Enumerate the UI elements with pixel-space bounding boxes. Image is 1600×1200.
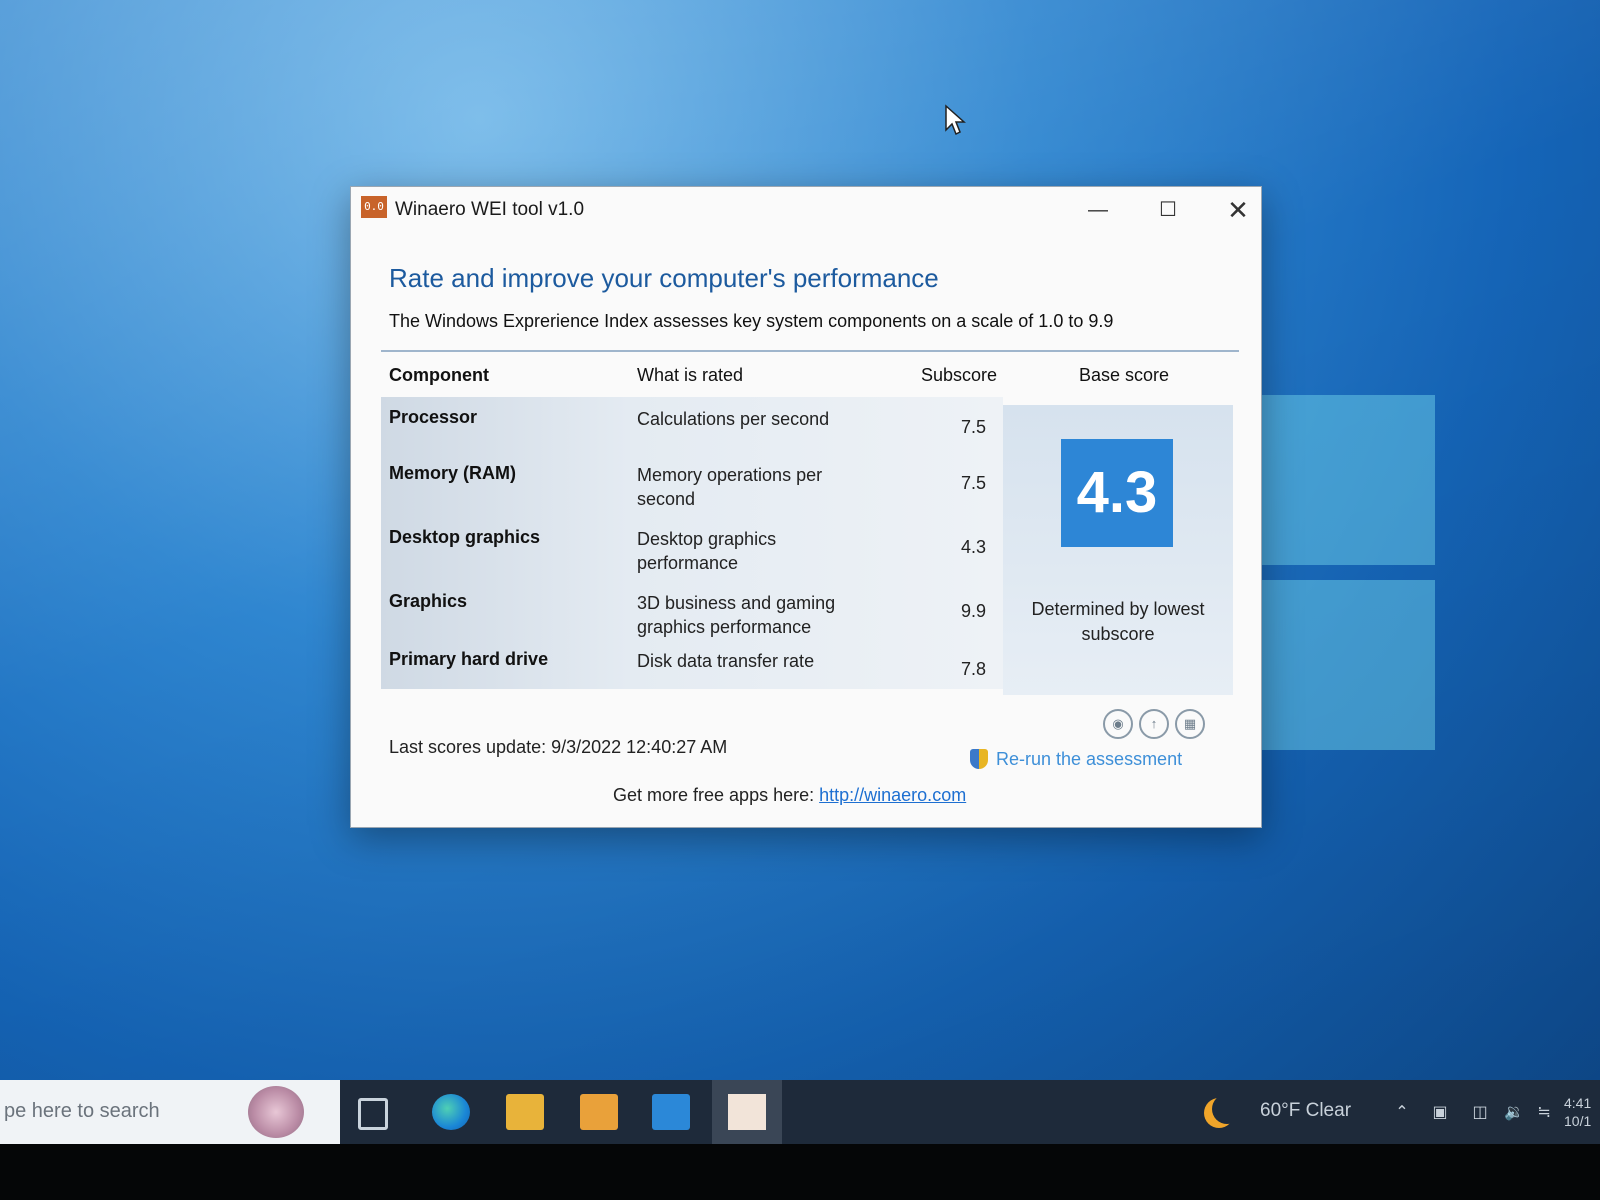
upload-icon[interactable]: ↑ — [1139, 709, 1169, 739]
file-explorer-icon[interactable] — [506, 1094, 544, 1130]
wei-tool-window: 0.0 Winaero WEI tool v1.0 — ☐ ✕ Rate and… — [350, 186, 1262, 828]
rated-description: 3D business and gaming graphics performa… — [637, 593, 836, 637]
last-scores-update: Last scores update: 9/3/2022 12:40:27 AM — [389, 737, 728, 757]
component-name: Primary hard drive — [389, 649, 549, 669]
save-icon[interactable]: ▦ — [1175, 709, 1205, 739]
windows-logo-wallpaper — [1245, 395, 1435, 765]
subscore-value: 7.8 — [961, 659, 987, 679]
battery-icon[interactable]: ▣ — [1430, 1102, 1450, 1121]
system-clock[interactable]: 4:41 10/1 — [1564, 1094, 1591, 1130]
clock-time: 4:41 — [1564, 1095, 1592, 1111]
table-row: Primary hard drive Disk data transfer ra… — [381, 643, 1003, 701]
base-score-tile: 4.3 — [1061, 439, 1173, 547]
maximize-button[interactable]: ☐ — [1145, 195, 1191, 225]
window-title: Winaero WEI tool v1.0 — [395, 199, 585, 220]
page-heading: Rate and improve your computer's perform… — [389, 263, 939, 293]
subscore-value: 7.5 — [961, 473, 987, 493]
shield-icon — [970, 749, 988, 769]
footer-line: Get more free apps here: http://winaero.… — [613, 785, 966, 806]
component-name: Memory (RAM) — [389, 463, 517, 483]
network-icon[interactable]: ◫ — [1470, 1102, 1490, 1121]
divider — [381, 350, 1239, 352]
clock-date: 10/1 — [1564, 1113, 1592, 1129]
component-name: Desktop graphics — [389, 527, 541, 547]
wei-tool-taskbar-button[interactable] — [712, 1080, 782, 1144]
header-component: Component — [389, 365, 489, 385]
search-placeholder: pe here to search — [4, 1100, 160, 1122]
page-subtitle: The Windows Exprerience Index assesses k… — [389, 311, 1114, 331]
mail-icon[interactable] — [652, 1094, 690, 1130]
taskbar: pe here to search 60°F Clear ⌃ ▣ ◫ 🔉 ≒ 4… — [0, 1080, 1600, 1144]
base-score-panel: 4.3 Determined by lowest subscore — [1003, 405, 1233, 695]
close-button[interactable]: ✕ — [1215, 195, 1261, 225]
mouse-cursor-icon — [945, 104, 966, 136]
weather-moon-icon[interactable] — [1212, 1094, 1242, 1124]
rerun-label: Re-run the assessment — [996, 749, 1183, 769]
wei-tool-icon — [728, 1094, 766, 1130]
title-bar[interactable]: 0.0 Winaero WEI tool v1.0 — ☐ ✕ — [351, 187, 1261, 233]
wifi-icon[interactable]: ≒ — [1534, 1102, 1554, 1121]
rated-description: Disk data transfer rate — [637, 651, 815, 671]
store-icon[interactable] — [580, 1094, 618, 1130]
camera-icon[interactable]: ◉ — [1103, 709, 1133, 739]
table-row: Processor Calculations per second 7.5 — [381, 401, 1003, 459]
screen-bezel — [0, 1144, 1600, 1200]
header-subscore: Subscore — [921, 365, 998, 385]
taskbar-search-box[interactable]: pe here to search — [0, 1080, 340, 1144]
volume-icon[interactable]: 🔉 — [1504, 1102, 1524, 1121]
table-row: Memory (RAM) Memory operations per secon… — [381, 457, 1003, 515]
winaero-link[interactable]: http://winaero.com — [819, 785, 966, 805]
table-row: Graphics 3D business and gaming graphics… — [381, 585, 1003, 643]
edge-icon[interactable] — [432, 1094, 470, 1130]
weather-widget[interactable]: 60°F Clear — [1260, 1100, 1351, 1122]
rated-description: Desktop graphics performance — [637, 529, 777, 573]
search-highlight-icon[interactable] — [248, 1086, 304, 1138]
component-name: Processor — [389, 407, 478, 427]
subscore-value: 9.9 — [961, 601, 987, 621]
table-row: Desktop graphics Desktop graphics perfor… — [381, 521, 1003, 579]
header-what-is-rated: What is rated — [637, 365, 744, 385]
more-apps-text: Get more free apps here: — [613, 785, 815, 805]
rerun-assessment-link[interactable]: Re-run the assessment — [970, 749, 1183, 770]
rated-description: Calculations per second — [637, 409, 830, 429]
component-name: Graphics — [389, 591, 468, 611]
app-icon: 0.0 — [361, 196, 387, 218]
minimize-button[interactable]: — — [1075, 195, 1121, 225]
subscore-value: 7.5 — [961, 417, 987, 437]
header-base-score: Base score — [1079, 365, 1170, 385]
subscore-value: 4.3 — [961, 537, 987, 557]
base-score-note: Determined by lowest subscore — [1031, 599, 1205, 644]
task-view-icon[interactable] — [358, 1098, 388, 1130]
rated-description: Memory operations per second — [637, 465, 823, 509]
chevron-up-icon[interactable]: ⌃ — [1392, 1102, 1412, 1121]
